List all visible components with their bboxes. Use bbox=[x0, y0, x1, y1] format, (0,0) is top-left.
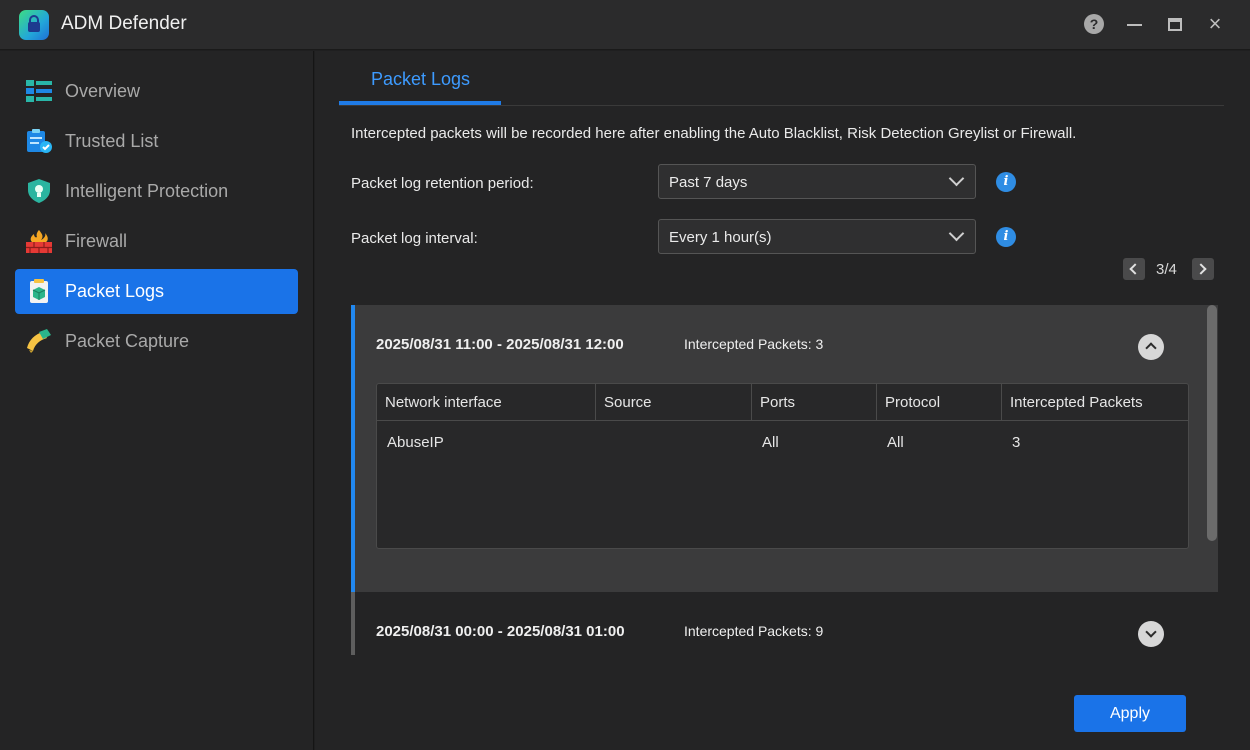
chevron-left-icon bbox=[1129, 263, 1141, 275]
expand-toggle-icon[interactable] bbox=[1138, 621, 1164, 647]
log-group: 2025/08/31 00:00 - 2025/08/31 01:00 Inte… bbox=[351, 592, 1218, 655]
close-icon[interactable]: × bbox=[1204, 13, 1226, 36]
info-icon[interactable]: i bbox=[996, 227, 1016, 247]
log-interval-label: Packet log interval: bbox=[351, 230, 478, 247]
sidebar-item-label: Trusted List bbox=[65, 131, 159, 151]
page-indicator: 3/4 bbox=[1156, 261, 1177, 278]
scrollbar[interactable] bbox=[1207, 305, 1217, 541]
column-header: Ports bbox=[752, 384, 877, 421]
description-text: Intercepted packets will be recorded her… bbox=[351, 125, 1077, 142]
tab-divider bbox=[339, 105, 1224, 106]
cell-protocol: All bbox=[887, 434, 904, 451]
packet-capture-icon bbox=[27, 329, 51, 353]
log-group-count: Intercepted Packets: 9 bbox=[684, 623, 824, 639]
log-group-count: Intercepted Packets: 3 bbox=[684, 336, 824, 352]
column-header: Protocol bbox=[877, 384, 1002, 421]
chevron-down-icon bbox=[948, 225, 965, 242]
sidebar-item-packet-logs[interactable]: Packet Logs bbox=[15, 269, 298, 314]
column-header: Intercepted Packets bbox=[1010, 394, 1143, 411]
sidebar-item-label: Packet Capture bbox=[65, 331, 190, 351]
sidebar-item-overview[interactable]: Overview bbox=[15, 69, 298, 114]
title-bar: ADM Defender ? × bbox=[0, 0, 1250, 50]
trusted-list-icon bbox=[27, 129, 52, 153]
column-header: Source bbox=[596, 384, 752, 421]
log-group: 2025/08/31 11:00 - 2025/08/31 12:00 Inte… bbox=[351, 305, 1218, 592]
cell-ports: All bbox=[762, 434, 779, 451]
chevron-right-icon bbox=[1195, 263, 1207, 275]
cell-interface: AbuseIP bbox=[387, 434, 444, 451]
sidebar-item-trusted-list[interactable]: Trusted List bbox=[15, 119, 298, 164]
shield-icon bbox=[28, 179, 50, 203]
retention-period-label: Packet log retention period: bbox=[351, 175, 534, 192]
maximize-icon[interactable] bbox=[1164, 14, 1186, 36]
sidebar-item-packet-capture[interactable]: Packet Capture bbox=[15, 319, 298, 364]
sidebar: Overview Trusted List Intelligent Protec… bbox=[0, 51, 314, 750]
info-icon[interactable]: i bbox=[996, 172, 1016, 192]
cell-packets: 3 bbox=[1012, 434, 1021, 451]
sidebar-item-intelligent-protection[interactable]: Intelligent Protection bbox=[15, 169, 298, 214]
overview-icon bbox=[26, 80, 52, 102]
collapse-toggle-icon[interactable] bbox=[1138, 334, 1164, 360]
tab-label: Packet Logs bbox=[371, 69, 471, 89]
main-panel: Packet Logs Intercepted packets will be … bbox=[315, 51, 1250, 750]
packet-logs-icon bbox=[30, 279, 48, 303]
sidebar-item-label: Overview bbox=[65, 81, 141, 101]
log-interval-select[interactable]: Every 1 hour(s) bbox=[658, 219, 976, 254]
next-page-button[interactable] bbox=[1192, 258, 1214, 280]
retention-period-select[interactable]: Past 7 days bbox=[658, 164, 976, 199]
log-interval-value: Every 1 hour(s) bbox=[669, 229, 772, 246]
packet-table: Network interface Source Ports Protocol … bbox=[376, 383, 1189, 549]
minimize-icon[interactable] bbox=[1124, 14, 1146, 36]
tab-packet-logs[interactable]: Packet Logs bbox=[339, 64, 501, 106]
sidebar-item-label: Intelligent Protection bbox=[65, 181, 229, 201]
log-group-time-range: 2025/08/31 00:00 - 2025/08/31 01:00 bbox=[376, 623, 625, 640]
sidebar-item-label: Firewall bbox=[65, 231, 128, 251]
retention-period-value: Past 7 days bbox=[669, 174, 748, 191]
column-header: Network interface bbox=[377, 384, 596, 421]
sidebar-item-firewall[interactable]: Firewall bbox=[15, 219, 298, 264]
adm-defender-logo-icon bbox=[19, 10, 49, 40]
log-list: 2025/08/31 11:00 - 2025/08/31 12:00 Inte… bbox=[351, 305, 1218, 655]
apply-button[interactable]: Apply bbox=[1074, 695, 1186, 732]
table-header: Network interface Source Ports Protocol … bbox=[377, 384, 1188, 421]
log-group-time-range: 2025/08/31 11:00 - 2025/08/31 12:00 bbox=[376, 336, 624, 353]
chevron-down-icon bbox=[948, 170, 965, 187]
app-title: ADM Defender bbox=[61, 13, 187, 34]
sidebar-item-label: Packet Logs bbox=[65, 281, 165, 301]
help-icon[interactable]: ? bbox=[1084, 14, 1106, 36]
firewall-icon bbox=[26, 230, 52, 253]
previous-page-button[interactable] bbox=[1123, 258, 1145, 280]
